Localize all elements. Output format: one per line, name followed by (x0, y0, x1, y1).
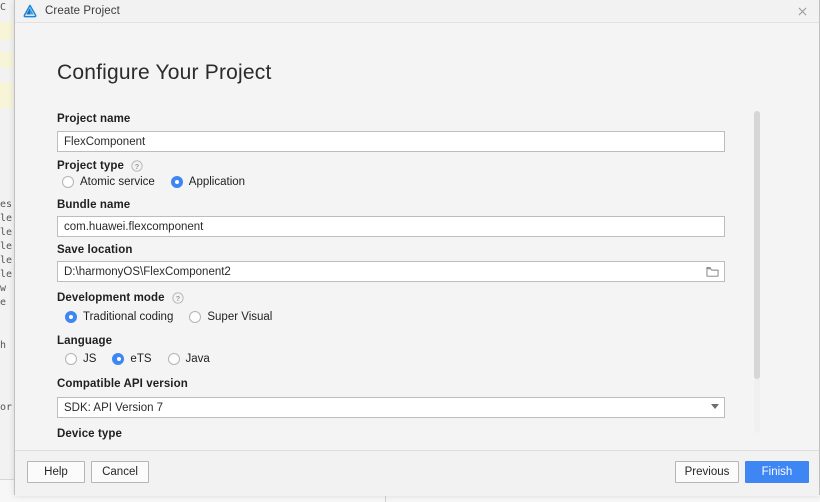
radio-js-dot[interactable] (65, 353, 77, 365)
bundle-name-input[interactable] (57, 216, 725, 237)
compatible-api-version-select[interactable]: SDK: API Version 7 (57, 397, 725, 418)
close-icon[interactable] (785, 0, 819, 22)
deveco-logo-icon (23, 4, 37, 18)
radio-atomic-service-label: Atomic service (80, 176, 155, 188)
dialog-titlebar: Create Project (15, 0, 819, 23)
radio-js[interactable]: JS (65, 353, 96, 365)
compatible-api-version-label-text: Compatible API version (57, 378, 188, 390)
radio-application-label: Application (188, 176, 246, 188)
dialog-footer: Help Cancel Previous Finish (15, 450, 819, 496)
page-title: Configure Your Project (57, 61, 272, 84)
background-text-fragment: es (0, 199, 13, 210)
svg-text:?: ? (135, 162, 140, 171)
form-scrollbar-thumb[interactable] (754, 111, 760, 379)
development-mode-radio-group: Traditional coding Super Visual (65, 311, 288, 323)
radio-atomic-service[interactable]: Atomic service (62, 176, 155, 188)
previous-button[interactable]: Previous (675, 461, 739, 483)
help-button[interactable]: Help (27, 461, 85, 483)
radio-java-dot[interactable] (167, 353, 180, 365)
help-icon[interactable]: ? (172, 292, 184, 304)
development-mode-label-text: Development mode (57, 292, 165, 304)
form-content: Configure Your Project Project name Proj… (57, 23, 757, 440)
dialog-title: Create Project (45, 5, 120, 17)
save-location-field (57, 261, 725, 282)
project-type-label: Project type ? (57, 160, 143, 172)
save-location-input[interactable] (57, 261, 725, 282)
project-name-label: Project name (57, 113, 130, 125)
create-project-dialog: Create Project Configure Your Project Pr… (14, 0, 820, 496)
radio-application-dot[interactable] (170, 176, 183, 188)
radio-atomic-service-dot[interactable] (62, 176, 74, 188)
background-text-fragment: le (0, 227, 13, 238)
project-name-input[interactable] (57, 131, 725, 152)
project-name-label-text: Project name (57, 113, 131, 125)
device-type-label-text: Device type (57, 428, 123, 440)
field-project-name: Project name (57, 113, 130, 125)
language-label-text: Language (57, 335, 113, 347)
background-text-fragment: le (0, 213, 13, 224)
project-type-label-text: Project type (57, 160, 125, 172)
help-icon[interactable]: ? (131, 160, 143, 172)
compatible-api-version-value[interactable]: SDK: API Version 7 (57, 397, 725, 418)
background-text-fragment: C (0, 2, 7, 13)
compatible-api-version-label: Compatible API version (57, 378, 188, 390)
project-type-radio-group: Atomic service Application (62, 176, 261, 188)
cancel-button[interactable]: Cancel (91, 461, 149, 483)
radio-super-visual-dot[interactable] (189, 311, 202, 323)
folder-icon[interactable] (701, 262, 724, 281)
radio-ets[interactable]: eTS (112, 353, 152, 365)
background-text-fragment: e (0, 297, 7, 308)
background-highlight-block (0, 22, 13, 40)
radio-java[interactable]: Java (167, 353, 210, 365)
radio-traditional-coding-dot[interactable] (65, 311, 77, 323)
svg-text:?: ? (175, 294, 180, 303)
background-highlight-block (0, 52, 13, 68)
language-radio-group: JS eTS Java (65, 353, 226, 365)
background-text-fragment: w (0, 283, 7, 294)
radio-ets-dot[interactable] (112, 353, 125, 365)
radio-js-label: JS (83, 353, 97, 365)
radio-ets-label: eTS (130, 353, 152, 365)
background-text-fragment: le (0, 255, 13, 266)
radio-traditional-coding-label: Traditional coding (83, 311, 174, 323)
background-text-fragment: le (0, 269, 13, 280)
save-location-label: Save location (57, 244, 132, 256)
development-mode-label: Development mode ? (57, 292, 184, 304)
radio-java-label: Java (185, 353, 210, 365)
bundle-name-label: Bundle name (57, 199, 130, 211)
language-label: Language (57, 335, 112, 347)
background-text-fragment: le (0, 241, 13, 252)
radio-traditional-coding[interactable]: Traditional coding (65, 311, 173, 323)
dialog-body: Configure Your Project Project name Proj… (15, 23, 819, 450)
background-text-fragment: h (0, 340, 7, 351)
background-highlight-block (0, 82, 13, 108)
radio-application[interactable]: Application (170, 176, 246, 188)
background-text-fragment: or (0, 402, 13, 413)
bundle-name-label-text: Bundle name (57, 199, 131, 211)
device-type-label: Device type (57, 428, 122, 440)
radio-super-visual[interactable]: Super Visual (189, 311, 272, 323)
save-location-label-text: Save location (57, 244, 133, 256)
radio-super-visual-label: Super Visual (207, 311, 273, 323)
finish-button[interactable]: Finish (745, 461, 809, 483)
